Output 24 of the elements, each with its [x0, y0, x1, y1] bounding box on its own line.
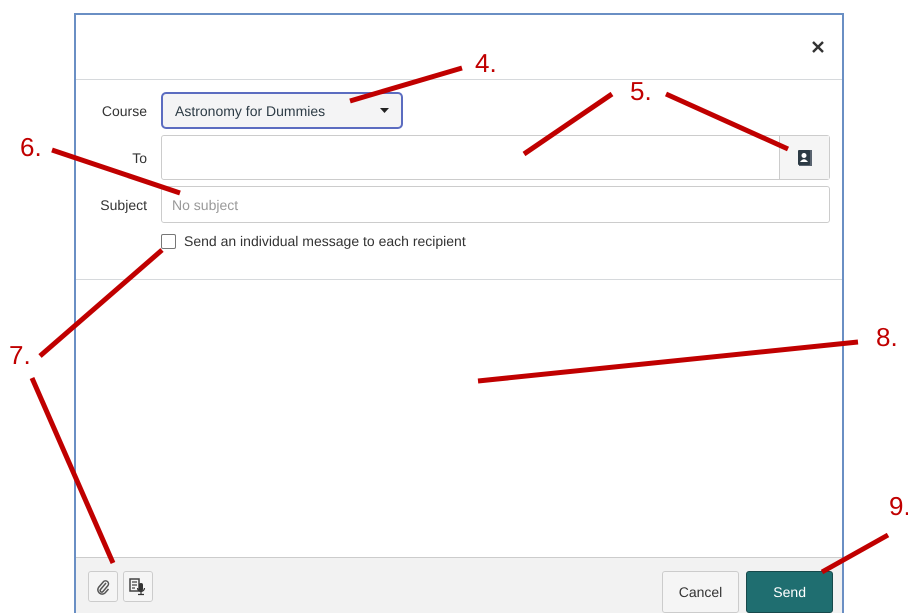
- callout-number: 4.: [475, 50, 497, 76]
- media-microphone-icon: [129, 578, 147, 596]
- callout-number: 7.: [9, 342, 31, 368]
- checkbox[interactable]: [161, 234, 176, 248]
- media-button[interactable]: [123, 571, 153, 602]
- course-label: Course: [100, 102, 148, 118]
- paperclip-icon: [96, 578, 110, 594]
- subject-label: Subject: [99, 196, 148, 212]
- address-book-icon: [798, 150, 812, 166]
- subject-field[interactable]: No subject: [161, 186, 830, 223]
- cancel-button[interactable]: Cancel: [662, 571, 740, 613]
- caret-icon: [380, 108, 389, 113]
- leader-line: [820, 532, 890, 574]
- callout-number: 8.: [876, 324, 898, 350]
- recipients-field[interactable]: [161, 135, 830, 180]
- checkbox-label: Send an individual message to each recipient: [184, 233, 466, 249]
- callout-number: 6.: [20, 134, 42, 160]
- send-button[interactable]: Send: [746, 571, 833, 613]
- to-label: To: [131, 150, 148, 166]
- course-dropdown[interactable]: Astronomy for Dummies: [161, 92, 403, 129]
- callout-number: 5.: [630, 78, 652, 104]
- callout-number: 9.: [889, 493, 908, 519]
- attach-button[interactable]: [88, 571, 118, 602]
- address-book-button[interactable]: [779, 136, 829, 179]
